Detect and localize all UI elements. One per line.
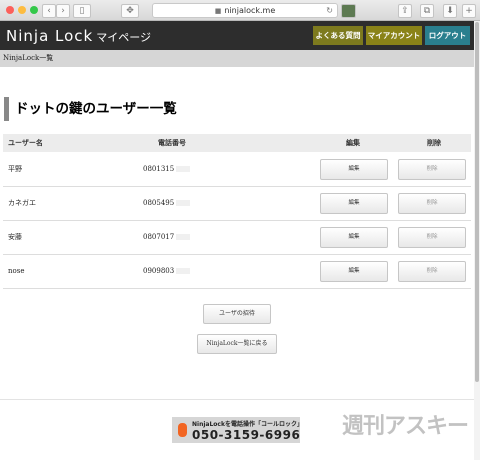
banner-title: NinjaLockを電話操作「コールロック」 [192,421,303,428]
invite-user-button[interactable]: ユーザの招待 [203,304,271,324]
address-bar[interactable]: ■ ninjalock.me ↻ [152,3,338,18]
minimize-window-button[interactable] [18,6,26,14]
extension-icon[interactable]: ✥ [121,4,139,18]
logo-sub: マイページ [96,31,152,44]
column-header-edit: 編集 [346,138,360,147]
redacted [176,234,191,240]
edit-button[interactable]: 編集 [320,227,388,248]
site-image-icon[interactable] [341,4,356,18]
column-header-delete: 削除 [427,138,441,147]
delete-button[interactable]: 削除 [398,261,466,282]
table-row: カネガエ 0805495 編集 削除 [3,186,471,221]
url-text: ninjalock.me [224,6,276,15]
phone-number: 0805495 [143,186,191,220]
delete-button[interactable]: 削除 [398,227,466,248]
back-icon[interactable]: ‹ [42,4,56,18]
phone-text: 0801315 [143,165,175,173]
edit-button[interactable]: 編集 [320,159,388,180]
column-header-phone: 電話番号 [158,138,186,147]
logo-main: Ninja Lock [6,27,94,45]
app-header: Ninja Lock マイページ よくある質問 マイアカウント ログアウト [0,21,474,50]
phone-number: 0909803 [143,254,191,288]
user-name: 安藤 [8,233,22,241]
watermark: 週刊アスキー [342,414,469,439]
close-window-button[interactable] [6,6,14,14]
share-icon[interactable]: ⇪ [398,4,412,18]
new-tab-icon[interactable]: + [462,4,476,18]
my-account-button[interactable]: マイアカウント [366,26,422,45]
banner-phone: 050-3159-6996 [192,428,301,442]
edit-button[interactable]: 編集 [320,193,388,214]
breadcrumb: NinjaLock一覧 [0,50,474,67]
back-to-list-button[interactable]: NinjaLock一覧に戻る [197,334,277,354]
delete-button[interactable]: 削除 [398,193,466,214]
logout-button[interactable]: ログアウト [425,26,470,45]
footer-divider [0,399,474,400]
page-title: ドットの鍵のユーザー一覧 [4,97,177,121]
table-row: 平野 0801315 編集 削除 [3,152,471,187]
table-row: nose 0909803 編集 削除 [3,254,471,289]
browser-toolbar: ‹ › ▯ ✥ ■ ninjalock.me ↻ ⇪ ⧉ ⬇ + [0,0,480,21]
redacted [176,200,191,206]
phone-icon [178,423,187,437]
phone-text: 0909803 [143,267,175,275]
logo[interactable]: Ninja Lock マイページ [6,26,151,45]
edit-button[interactable]: 編集 [320,261,388,282]
user-name: 平野 [8,165,22,173]
breadcrumb-link[interactable]: NinjaLock一覧 [3,54,53,62]
phone-number: 0801315 [143,152,191,186]
user-name: nose [8,267,25,275]
reload-icon[interactable]: ↻ [326,4,333,17]
phone-text: 0805495 [143,199,175,207]
redacted [176,268,191,274]
table-row: 安藤 0807017 編集 削除 [3,220,471,255]
scrollbar-thumb[interactable] [475,22,479,382]
phone-text: 0807017 [143,233,175,241]
forward-icon[interactable]: › [56,4,70,18]
user-name: カネガエ [8,199,36,207]
column-header-name: ユーザー名 [8,138,43,147]
tabs-icon[interactable]: ⧉ [420,4,434,18]
table-header: ユーザー名 電話番号 編集 削除 [3,134,471,152]
zoom-window-button[interactable] [30,6,38,14]
sidebar-icon[interactable]: ▯ [73,4,91,18]
lock-icon: ■ [214,7,222,15]
redacted [176,166,191,172]
phone-number: 0807017 [143,220,191,254]
delete-button[interactable]: 削除 [398,159,466,180]
faq-button[interactable]: よくある質問 [313,26,363,45]
call-lock-banner[interactable]: NinjaLockを電話操作「コールロック」 050-3159-6996 [172,417,303,443]
download-icon[interactable]: ⬇ [443,4,457,18]
